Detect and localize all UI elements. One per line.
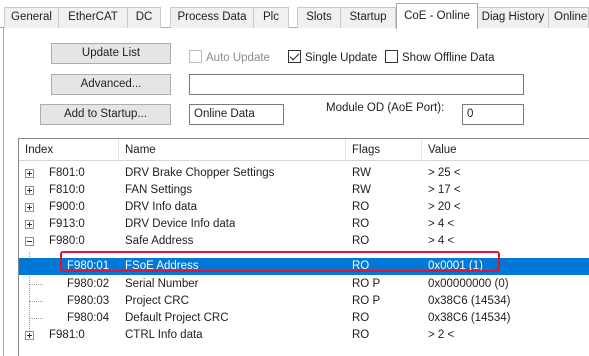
auto-update-checkbox[interactable]: Auto Update xyxy=(189,50,270,66)
column-value[interactable]: Value xyxy=(422,139,589,161)
module-od-field[interactable]: 0 xyxy=(462,104,524,125)
tab-plc[interactable]: Plc xyxy=(253,7,289,28)
single-update-label: Single Update xyxy=(305,52,378,64)
row-flags: RO xyxy=(352,235,370,247)
tab-ethercat[interactable]: EtherCAT xyxy=(58,7,128,28)
row-value: > 2 < xyxy=(428,329,455,341)
row-index: F913:0 xyxy=(49,218,85,230)
table-row[interactable]: F981:0 CTRL Info data RO > 2 < xyxy=(19,327,589,344)
update-list-button[interactable]: Update List xyxy=(51,43,171,64)
tab-startup[interactable]: Startup xyxy=(340,7,396,28)
column-flags[interactable]: Flags xyxy=(346,139,422,161)
table-row-partial xyxy=(19,344,589,356)
online-data-field: Online Data xyxy=(189,104,284,125)
tab-process-data[interactable]: Process Data xyxy=(170,7,254,28)
collapse-minus-icon[interactable] xyxy=(25,237,34,246)
auto-update-check-icon xyxy=(189,50,202,63)
row-flags: RO xyxy=(352,218,370,230)
list-header: Index Name Flags Value xyxy=(19,139,589,161)
row-index: F980:04 xyxy=(67,312,110,324)
row-index: F900:0 xyxy=(49,201,85,213)
row-index: F980:0 xyxy=(49,235,85,247)
table-row[interactable]: F913:0 DRV Device Info data RO > 4 < xyxy=(19,216,589,233)
row-flags: RO xyxy=(352,312,370,324)
tab-dc[interactable]: DC xyxy=(127,7,161,28)
table-row[interactable]: F980:02 Serial Number RO P 0x00000000 (0… xyxy=(19,276,589,293)
advanced-text-field[interactable] xyxy=(189,74,524,95)
row-name: DRV Brake Chopper Settings xyxy=(125,167,275,179)
single-update-checkbox[interactable]: Single Update xyxy=(288,50,377,66)
module-od-label: Module OD (AoE Port): xyxy=(326,102,445,114)
row-name: DRV Info data xyxy=(125,201,198,213)
row-value: 0x38C6 (14534) xyxy=(428,295,511,307)
row-value: 0x00000000 (0) xyxy=(428,278,509,290)
show-offline-data-checkbox[interactable]: Show Offline Data xyxy=(385,50,494,66)
single-update-check-icon xyxy=(288,50,301,63)
row-value: > 4 < xyxy=(428,235,455,247)
row-value: > 20 < xyxy=(428,201,461,213)
row-flags: RO xyxy=(352,201,370,213)
row-index: F810:0 xyxy=(49,184,85,196)
row-index: F801:0 xyxy=(49,167,85,179)
expand-plus-icon[interactable] xyxy=(25,186,34,195)
row-flags: RW xyxy=(352,167,371,179)
row-flags: RO P xyxy=(352,278,381,290)
tab-diag-history[interactable]: Diag History xyxy=(477,7,549,28)
row-index: F981:0 xyxy=(49,329,85,341)
table-row[interactable]: F980:04 Default Project CRC RO 0x38C6 (1… xyxy=(19,310,589,327)
tab-coe-online[interactable]: CoE - Online xyxy=(396,3,478,29)
tab-slots[interactable]: Slots xyxy=(297,7,341,28)
row-name: DRV Device Info data xyxy=(125,218,236,230)
row-value: > 4 < xyxy=(428,218,455,230)
column-index[interactable]: Index xyxy=(19,139,119,161)
expand-plus-icon[interactable] xyxy=(25,220,34,229)
advanced-button[interactable]: Advanced... xyxy=(51,74,171,95)
table-row[interactable]: F980:0 Safe Address RO > 4 < xyxy=(19,233,589,250)
table-row[interactable]: F810:0 FAN Settings RW > 17 < xyxy=(19,182,589,199)
row-value: > 25 < xyxy=(428,167,461,179)
show-offline-label: Show Offline Data xyxy=(402,52,495,64)
auto-update-label: Auto Update xyxy=(206,52,270,64)
row-name: CTRL Info data xyxy=(125,329,203,341)
table-row[interactable]: F980:03 Project CRC RO P 0x38C6 (14534) xyxy=(19,293,589,310)
expand-plus-icon[interactable] xyxy=(25,169,34,178)
row-flags: RO P xyxy=(352,295,381,307)
tab-bar: General EtherCAT DC Process Data Plc Slo… xyxy=(0,0,589,29)
tab-general[interactable]: General xyxy=(4,7,59,28)
table-row[interactable]: F900:0 DRV Info data RO > 20 < xyxy=(19,199,589,216)
row-flags: RO xyxy=(352,329,370,341)
row-name: FAN Settings xyxy=(125,184,193,196)
column-name[interactable]: Name xyxy=(119,139,346,161)
row-index: F980:02 xyxy=(67,278,110,290)
row-index: F980:03 xyxy=(67,295,110,307)
row-name: Safe Address xyxy=(125,235,194,247)
row-name: Project CRC xyxy=(125,295,189,307)
row-flags: RW xyxy=(352,184,371,196)
row-name: Default Project CRC xyxy=(125,312,229,324)
table-row[interactable]: F801:0 DRV Brake Chopper Settings RW > 2… xyxy=(19,165,589,182)
expand-plus-icon[interactable] xyxy=(25,203,34,212)
add-to-startup-button[interactable]: Add to Startup... xyxy=(40,104,171,125)
row-name: Serial Number xyxy=(125,278,199,290)
show-offline-check-icon xyxy=(385,50,398,63)
expand-plus-icon[interactable] xyxy=(25,331,34,340)
highlight-box xyxy=(60,251,500,272)
object-dictionary-list[interactable]: Index Name Flags Value F801:0 DRV Brake … xyxy=(18,138,589,356)
tab-online[interactable]: Online xyxy=(548,7,589,28)
row-value: 0x38C6 (14534) xyxy=(428,312,511,324)
row-value: > 17 < xyxy=(428,184,461,196)
